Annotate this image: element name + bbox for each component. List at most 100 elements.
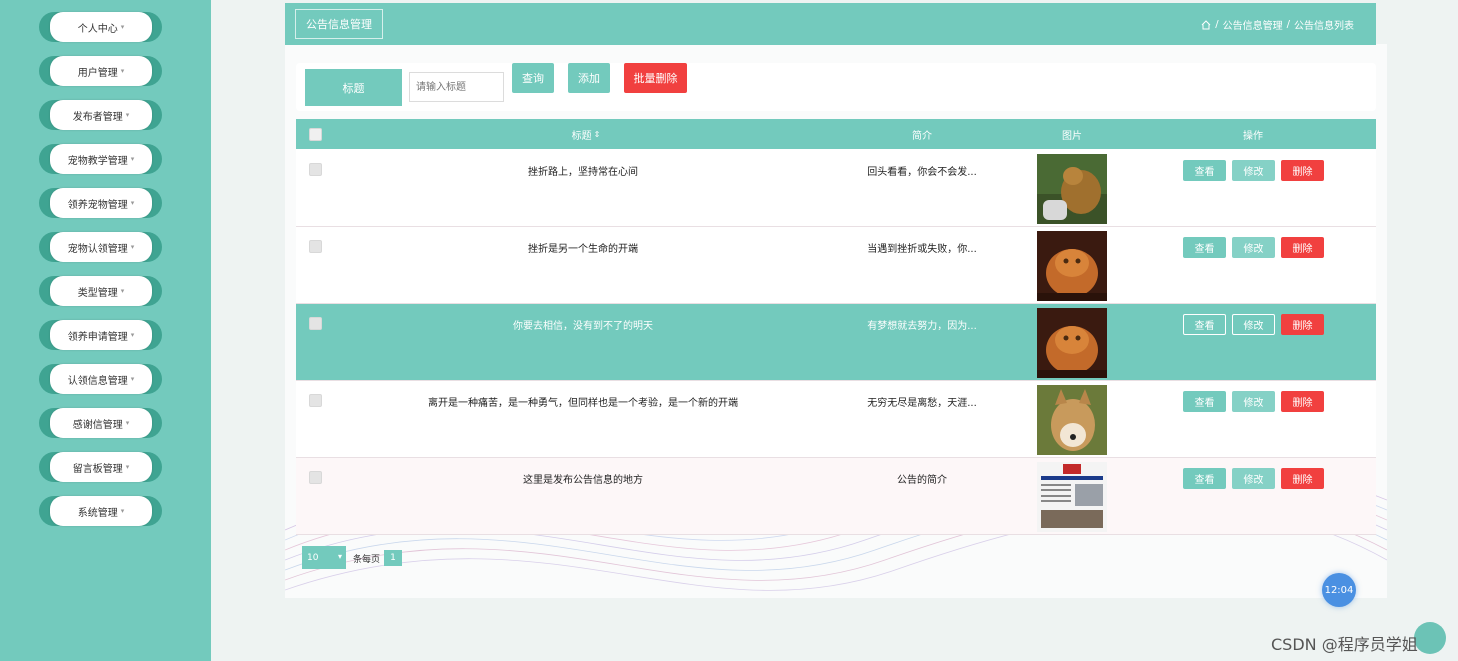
per-page-label: 条每页 xyxy=(353,555,381,565)
row-intro: 回头看看，你会不会发... xyxy=(867,167,977,178)
batch-delete-button[interactable]: 批量删除 xyxy=(624,63,687,93)
sidebar-item-label: 发布者管理 xyxy=(72,111,123,123)
breadcrumb-item[interactable]: 公告信息管理 xyxy=(1223,17,1283,32)
row-title: 离开是一种痛苦，是一种勇气，但同样也是一个考验，是一个新的开端 xyxy=(428,398,738,409)
row-title: 挫折路上，坚持常在心间 xyxy=(528,167,638,178)
sidebar-item-label: 系统管理 xyxy=(77,507,118,519)
delete-button[interactable]: 删除 xyxy=(1281,468,1324,489)
sidebar-item-label: 感谢信管理 xyxy=(72,419,123,431)
sidebar-item-thank-letters[interactable]: 感谢信管理 ▾ xyxy=(39,408,162,438)
edit-button[interactable]: 修改 xyxy=(1232,314,1275,335)
chevron-down-icon: ▾ xyxy=(125,419,130,427)
row-title: 你要去相信，没有到不了的明天 xyxy=(513,321,653,332)
chevron-down-icon: ▾ xyxy=(125,463,130,471)
row-intro: 当遇到挫折或失败，你... xyxy=(867,244,977,255)
newspaper-photo xyxy=(1037,462,1107,532)
row-title: 这里是发布公告信息的地方 xyxy=(523,475,643,486)
view-button[interactable]: 查看 xyxy=(1183,314,1226,335)
chevron-down-icon: ▾ xyxy=(130,375,135,383)
home-icon[interactable] xyxy=(1201,19,1211,30)
page-size-select[interactable]: 10 ▾ xyxy=(302,546,346,569)
chevron-down-icon: ▾ xyxy=(130,331,135,339)
floating-action-button[interactable] xyxy=(1414,622,1446,654)
add-button[interactable]: 添加 xyxy=(568,63,610,93)
table-row[interactable]: 这里是发布公告信息的地方 公告的简介 查看 修改 删除 xyxy=(296,458,1376,535)
row-checkbox[interactable] xyxy=(309,394,322,407)
view-button[interactable]: 查看 xyxy=(1183,391,1226,412)
sidebar-item-personal-center[interactable]: 个人中心 ▾ xyxy=(39,12,162,42)
row-checkbox[interactable] xyxy=(309,240,322,253)
view-button[interactable]: 查看 xyxy=(1183,237,1226,258)
row-intro: 无穷无尽是离愁，天涯... xyxy=(867,398,977,409)
edit-button[interactable]: 修改 xyxy=(1232,160,1275,181)
edit-button[interactable]: 修改 xyxy=(1232,237,1275,258)
row-title: 挫折是另一个生命的开端 xyxy=(528,244,638,255)
delete-button[interactable]: 删除 xyxy=(1281,314,1324,335)
sidebar-item-adopt-applications[interactable]: 领养申请管理 ▾ xyxy=(39,320,162,350)
sidebar-item-users[interactable]: 用户管理 ▾ xyxy=(39,56,162,86)
sidebar-item-label: 认领信息管理 xyxy=(67,375,128,387)
sidebar-item-label: 用户管理 xyxy=(77,67,118,79)
announcement-table: 标题 ⇕ 简介 图片 操作 挫折路上，坚持常在心间 回头看看，你会不会发... 查… xyxy=(296,119,1376,535)
page-size-value: 10 xyxy=(307,552,319,563)
column-header-title[interactable]: 标题 ⇕ xyxy=(476,119,696,149)
sidebar-item-message-board[interactable]: 留言板管理 ▾ xyxy=(39,452,162,482)
sidebar-item-label: 个人中心 xyxy=(77,23,118,35)
breadcrumb: / 公告信息管理 / 公告信息列表 xyxy=(1201,17,1354,32)
edit-button[interactable]: 修改 xyxy=(1232,391,1275,412)
chevron-down-icon: ▾ xyxy=(130,243,135,251)
view-button[interactable]: 查看 xyxy=(1183,468,1226,489)
dog-photo xyxy=(1037,385,1107,455)
sidebar-item-label: 宠物教学管理 xyxy=(67,155,128,167)
chevron-down-icon: ▾ xyxy=(125,111,130,119)
sidebar-item-pet-teaching[interactable]: 宠物教学管理 ▾ xyxy=(39,144,162,174)
chevron-down-icon: ▾ xyxy=(120,67,125,75)
sidebar-item-label: 领养宠物管理 xyxy=(67,199,128,211)
chevron-down-icon: ▾ xyxy=(130,199,135,207)
delete-button[interactable]: 删除 xyxy=(1281,391,1324,412)
sidebar-item-label: 留言板管理 xyxy=(72,463,123,475)
sidebar-item-adopt-pets[interactable]: 领养宠物管理 ▾ xyxy=(39,188,162,218)
row-checkbox[interactable] xyxy=(309,471,322,484)
table-row[interactable]: 离开是一种痛苦，是一种勇气，但同样也是一个考验，是一个新的开端 无穷无尽是离愁，… xyxy=(296,381,1376,458)
row-checkbox[interactable] xyxy=(309,163,322,176)
column-header-intro: 简介 xyxy=(912,130,932,142)
delete-button[interactable]: 删除 xyxy=(1281,237,1324,258)
persian-cat-photo xyxy=(1037,308,1107,378)
page-number-button[interactable]: 1 xyxy=(384,550,402,566)
edit-button[interactable]: 修改 xyxy=(1232,468,1275,489)
search-bar: 标题 查询 添加 批量删除 xyxy=(296,63,1376,111)
chevron-down-icon: ▾ xyxy=(120,507,125,515)
column-header-image: 图片 xyxy=(1062,130,1082,142)
table-row[interactable]: 挫折是另一个生命的开端 当遇到挫折或失败，你... 查看 修改 删除 xyxy=(296,227,1376,304)
chevron-down-icon: ▾ xyxy=(337,552,342,561)
page-title: 公告信息管理 xyxy=(295,9,383,39)
column-header-actions: 操作 xyxy=(1243,130,1263,142)
query-button[interactable]: 查询 xyxy=(512,63,554,93)
sidebar-item-types[interactable]: 类型管理 ▾ xyxy=(39,276,162,306)
sidebar-item-system[interactable]: 系统管理 ▾ xyxy=(39,496,162,526)
sidebar: 个人中心 ▾ 用户管理 ▾ 发布者管理 ▾ 宠物教学管理 ▾ 领养宠物管理 ▾ 宠物认领管… xyxy=(0,0,211,661)
row-checkbox[interactable] xyxy=(309,317,322,330)
search-input[interactable] xyxy=(409,72,504,102)
select-all-checkbox[interactable] xyxy=(309,128,322,141)
table-header: 标题 ⇕ 简介 图片 操作 xyxy=(296,119,1376,149)
chevron-down-icon: ▾ xyxy=(120,23,125,31)
view-button[interactable]: 查看 xyxy=(1183,160,1226,181)
sidebar-item-label: 类型管理 xyxy=(77,287,118,299)
search-label: 标题 xyxy=(305,69,402,106)
cat-photo xyxy=(1037,154,1107,224)
row-intro: 有梦想就去努力，因为... xyxy=(867,321,977,332)
row-intro: 公告的简介 xyxy=(897,475,947,486)
table-row[interactable]: 你要去相信，没有到不了的明天 有梦想就去努力，因为... 查看 修改 删除 xyxy=(296,304,1376,381)
sidebar-item-publishers[interactable]: 发布者管理 ▾ xyxy=(39,100,162,130)
watermark: CSDN @程序员学姐 xyxy=(1271,635,1418,654)
clock-widget[interactable]: 12:04 xyxy=(1322,573,1356,607)
sidebar-item-claim-info[interactable]: 认领信息管理 ▾ xyxy=(39,364,162,394)
sidebar-item-label: 宠物认领管理 xyxy=(67,243,128,255)
table-row[interactable]: 挫折路上，坚持常在心间 回头看看，你会不会发... 查看 修改 删除 xyxy=(296,150,1376,227)
chevron-down-icon: ▾ xyxy=(130,155,135,163)
sidebar-item-pet-claim[interactable]: 宠物认领管理 ▾ xyxy=(39,232,162,262)
sort-icon: ⇕ xyxy=(593,129,601,139)
delete-button[interactable]: 删除 xyxy=(1281,160,1324,181)
